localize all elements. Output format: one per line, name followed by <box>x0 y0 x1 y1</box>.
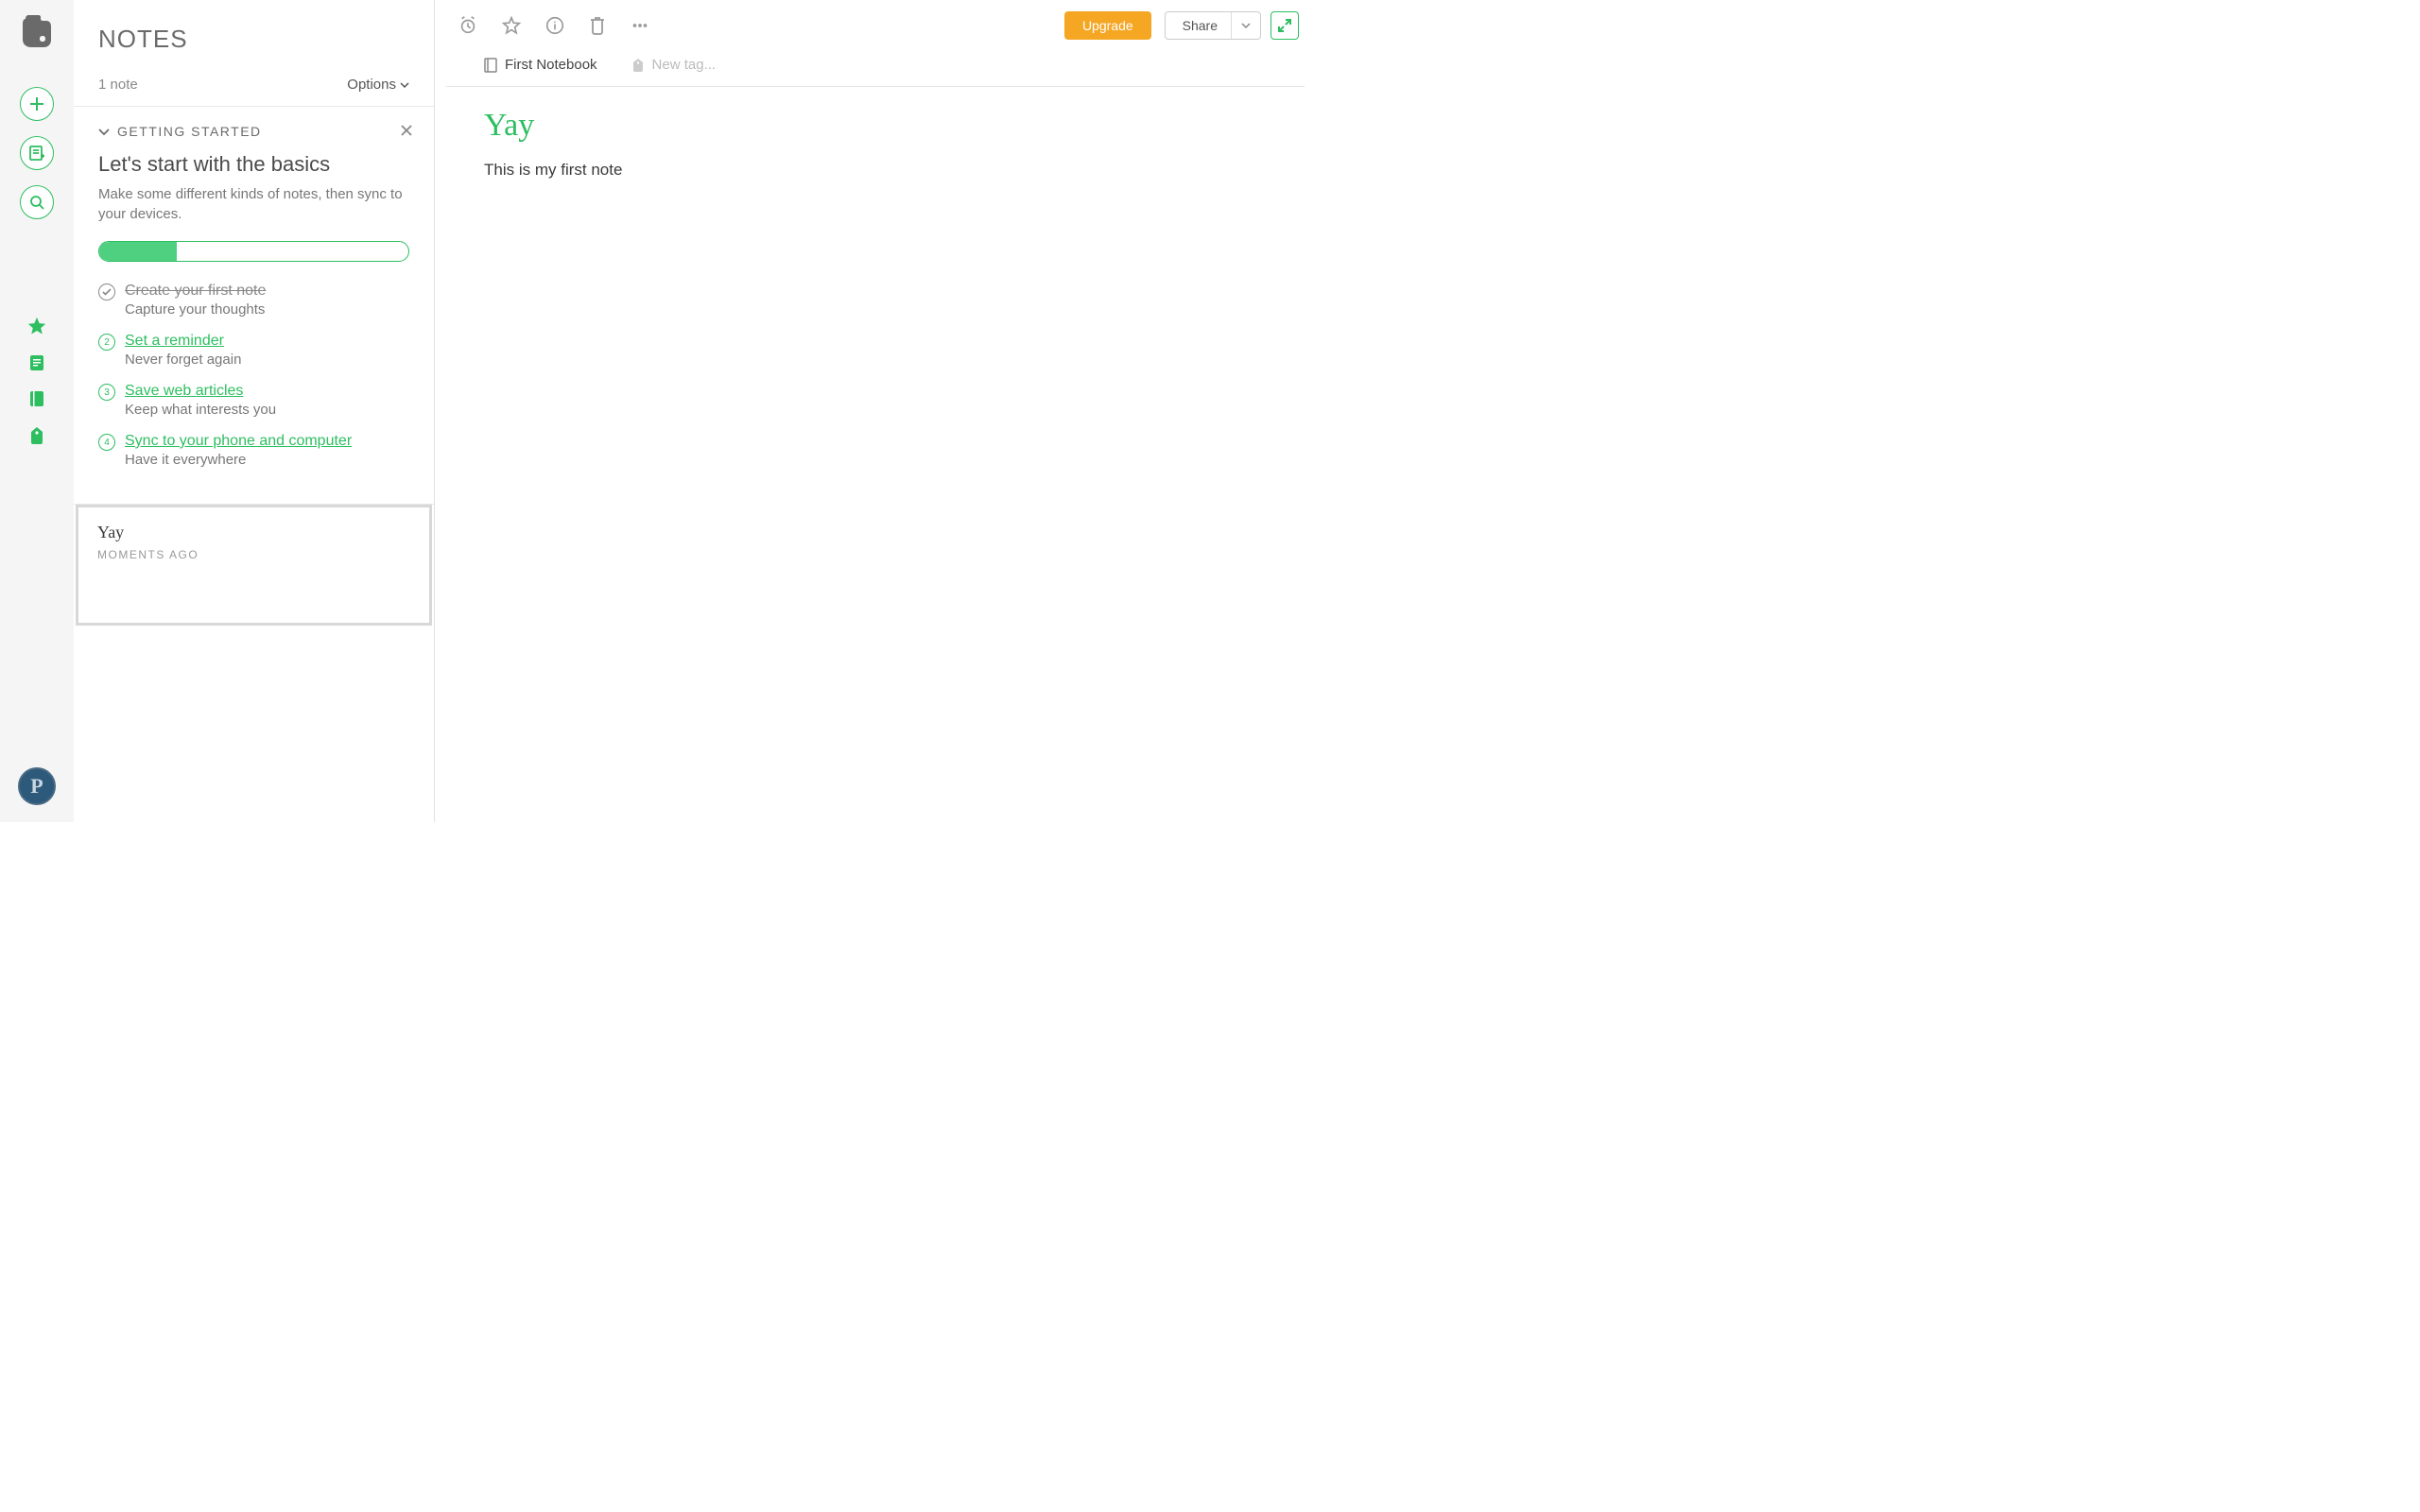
chevron-down-icon <box>1241 21 1251 30</box>
step-number-icon <box>98 284 115 301</box>
new-note-button[interactable] <box>20 87 54 121</box>
note-list-item[interactable]: Yay MOMENTS AGO <box>76 505 432 626</box>
getting-started-step[interactable]: 2 Set a reminder Never forget again <box>98 333 409 368</box>
trash-icon[interactable] <box>588 15 607 36</box>
getting-started-progress <box>98 241 409 262</box>
notes-header: NOTES <box>74 0 434 63</box>
share-label: Share <box>1183 18 1218 33</box>
getting-started-step: Create your first noteCapture your thoug… <box>98 283 409 318</box>
step-subtitle: Keep what interests you <box>125 402 409 418</box>
note-item-title: Yay <box>97 523 410 542</box>
getting-started-header[interactable]: GETTING STARTED <box>98 124 409 139</box>
note-item-time: MOMENTS AGO <box>97 548 410 561</box>
new-notebook-button[interactable] <box>20 136 54 170</box>
tags-icon[interactable] <box>27 425 46 446</box>
elephant-logo-icon[interactable] <box>18 13 56 51</box>
account-avatar[interactable]: P <box>18 767 56 805</box>
notes-column: NOTES 1 note Options GETTING STARTED Let… <box>74 0 435 822</box>
getting-started-step[interactable]: 4 Sync to your phone and computer Have it … <box>98 433 409 468</box>
progress-fill <box>99 242 177 261</box>
notes-title: NOTES <box>98 25 409 54</box>
notes-icon[interactable] <box>27 353 46 372</box>
more-icon[interactable] <box>630 15 650 36</box>
avatar-letter: P <box>30 774 43 799</box>
search-button[interactable] <box>20 185 54 219</box>
getting-started-panel: GETTING STARTED Let's start with the bas… <box>74 107 434 505</box>
info-icon[interactable] <box>544 15 565 36</box>
upgrade-label: Upgrade <box>1082 18 1133 33</box>
getting-started-title: Let's start with the basics <box>98 152 409 177</box>
notebook-selector[interactable]: First Notebook <box>484 57 597 73</box>
options-label: Options <box>347 77 396 93</box>
notes-options-dropdown[interactable]: Options <box>347 77 409 93</box>
step-subtitle: Capture your thoughts <box>125 301 409 318</box>
editor-meta-bar: First Notebook New tag... <box>446 47 1305 87</box>
note-title[interactable]: Yay <box>484 108 1267 144</box>
editor-toolbar: Upgrade Share <box>435 0 1316 47</box>
close-icon <box>400 124 413 137</box>
shortcut-star-icon[interactable] <box>501 15 522 36</box>
note-count-label: 1 note <box>98 77 138 93</box>
note-editor: Upgrade Share First Notebook New tag... … <box>435 0 1316 822</box>
step-title[interactable]: Set a reminder <box>125 333 409 350</box>
getting-started-label: GETTING STARTED <box>117 124 262 139</box>
share-dropdown-toggle[interactable] <box>1231 12 1251 39</box>
notebooks-icon[interactable] <box>27 389 46 408</box>
chevron-down-icon <box>98 126 110 137</box>
reminder-icon[interactable] <box>458 15 478 36</box>
notebook-icon <box>484 58 497 73</box>
getting-started-description: Make some different kinds of notes, then… <box>98 184 409 224</box>
tag-icon <box>631 58 645 73</box>
step-subtitle: Have it everywhere <box>125 452 409 468</box>
tag-placeholder: New tag... <box>652 57 717 73</box>
left-rail: P <box>0 0 74 822</box>
chevron-down-icon <box>400 80 409 90</box>
expand-button[interactable] <box>1270 11 1299 40</box>
expand-icon <box>1277 18 1292 33</box>
step-number-icon: 2 <box>98 334 115 351</box>
step-title[interactable]: Save web articles <box>125 383 409 400</box>
share-button[interactable]: Share <box>1165 11 1261 40</box>
close-getting-started-button[interactable] <box>400 124 413 137</box>
step-subtitle: Never forget again <box>125 352 409 368</box>
step-title[interactable]: Sync to your phone and computer <box>125 433 409 450</box>
getting-started-step[interactable]: 3 Save web articles Keep what interests yo… <box>98 383 409 418</box>
step-number-icon: 4 <box>98 434 115 451</box>
note-content[interactable]: This is my first note <box>484 161 1267 180</box>
shortcuts-icon[interactable] <box>26 316 47 336</box>
step-number-icon: 3 <box>98 384 115 401</box>
step-title: Create your first note <box>125 283 409 300</box>
notebook-name: First Notebook <box>505 57 597 73</box>
notes-subheader: 1 note Options <box>74 63 434 107</box>
editor-body[interactable]: Yay This is my first note <box>435 87 1316 200</box>
tag-input[interactable]: New tag... <box>631 57 717 73</box>
upgrade-button[interactable]: Upgrade <box>1064 11 1151 40</box>
